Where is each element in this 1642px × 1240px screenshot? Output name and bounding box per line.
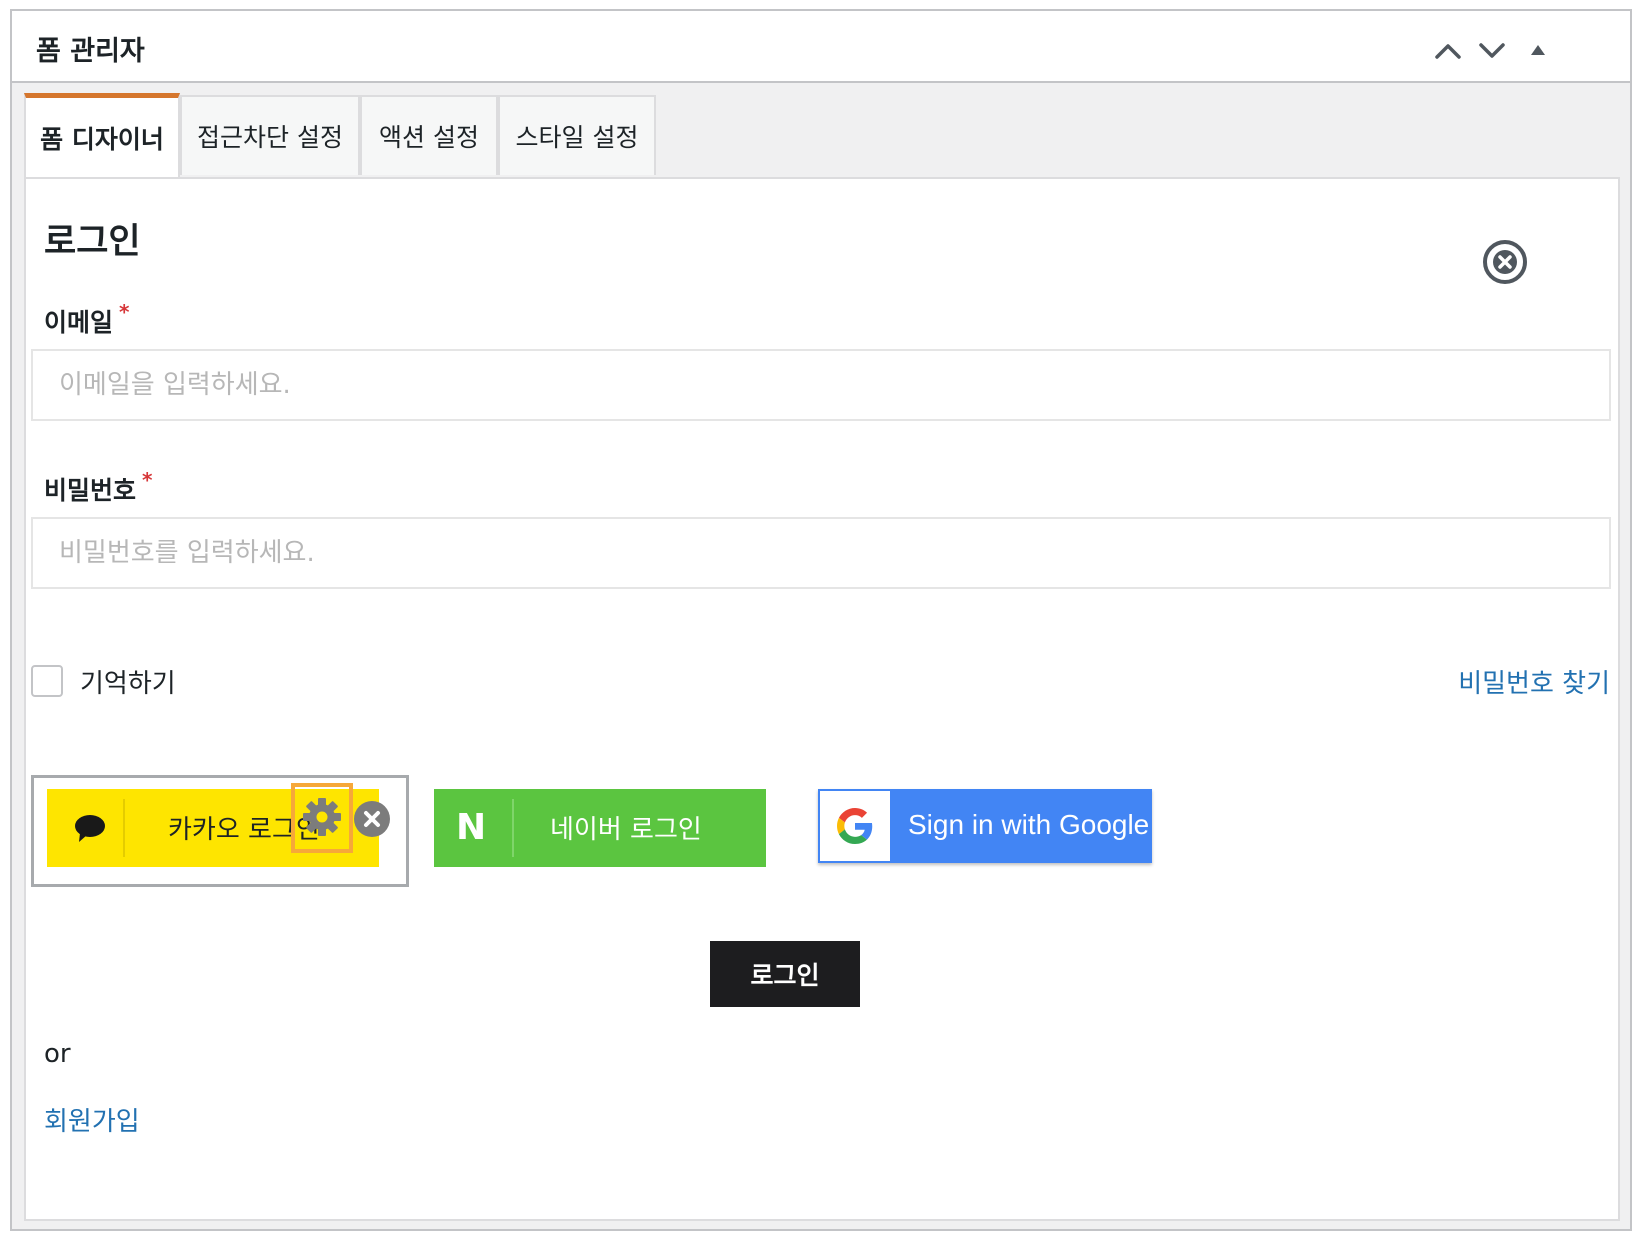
google-g-icon <box>837 808 873 844</box>
remove-form-button[interactable] <box>1480 237 1530 287</box>
email-input[interactable] <box>31 349 1611 421</box>
password-label: 비밀번호 * <box>44 468 153 507</box>
remember-label: 기억하기 <box>80 669 176 699</box>
tab-label: 폼 디자이너 <box>40 124 164 154</box>
gear-icon <box>303 798 341 836</box>
tab-form-designer[interactable]: 폼 디자이너 <box>24 93 180 177</box>
panel-header: 폼 관리자 <box>12 11 1630 83</box>
login-submit-button[interactable]: 로그인 <box>710 941 860 1007</box>
naver-logo: N <box>456 807 487 848</box>
panel-title: 폼 관리자 <box>36 36 145 67</box>
kakao-divider <box>123 799 125 857</box>
close-circle-icon <box>1483 240 1527 284</box>
triangle-up-icon <box>1531 45 1545 55</box>
signup-link[interactable]: 회원가입 <box>44 1101 140 1138</box>
remember-checkbox[interactable] <box>31 665 63 697</box>
element-settings-button[interactable] <box>291 783 353 853</box>
naver-divider <box>512 799 514 857</box>
or-separator: or <box>44 1039 71 1069</box>
password-input[interactable] <box>31 517 1611 589</box>
required-mark: * <box>119 300 130 324</box>
tab-action-settings[interactable]: 액션 설정 <box>360 95 498 175</box>
chevron-down-icon <box>1479 43 1505 58</box>
email-label-text: 이메일 <box>44 308 114 337</box>
chevron-up-icon <box>1435 44 1461 59</box>
naver-login-button[interactable]: N 네이버 로그인 <box>434 789 766 867</box>
remove-element-button[interactable] <box>353 800 391 838</box>
google-logo-box <box>820 791 890 861</box>
tab-label: 스타일 설정 <box>515 123 639 152</box>
email-label: 이메일 * <box>44 300 130 339</box>
tab-access-block-settings[interactable]: 접근차단 설정 <box>180 95 360 175</box>
naver-login-label: 네이버 로그인 <box>550 815 702 845</box>
speech-bubble-icon <box>75 815 105 842</box>
toggle-panel-button[interactable] <box>1520 33 1556 69</box>
move-down-button[interactable] <box>1474 33 1510 69</box>
find-password-link[interactable]: 비밀번호 찾기 <box>1458 663 1610 700</box>
close-icon <box>354 801 390 837</box>
tab-label: 접근차단 설정 <box>197 123 343 152</box>
form-designer-canvas: 로그인 이메일* 비밀번호* 기억하기 비밀번호 찾기 <box>24 177 1620 1221</box>
tab-style-settings[interactable]: 스타일 설정 <box>498 95 656 175</box>
move-up-button[interactable] <box>1430 33 1466 69</box>
required-mark: * <box>142 468 153 492</box>
google-sign-in-label: Sign in with Google <box>908 809 1150 840</box>
form-title: 로그인 <box>44 222 141 262</box>
form-manager-panel: 폼 관리자 폼 디자이너 접근차단 설정 액션 설정 스타일 설정 로그인 이메… <box>10 9 1632 1231</box>
tab-label: 액션 설정 <box>379 123 479 152</box>
password-label-text: 비밀번호 <box>44 476 137 505</box>
google-sign-in-button[interactable]: Sign in with Google <box>818 789 1152 863</box>
